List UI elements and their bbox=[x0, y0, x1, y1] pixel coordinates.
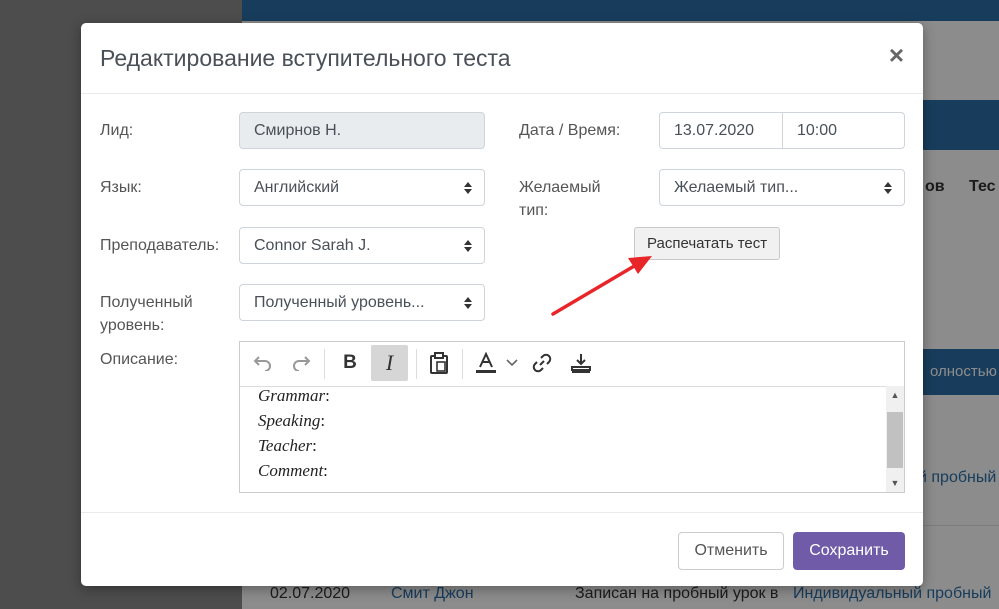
chevron-down-icon[interactable] bbox=[504, 345, 520, 381]
language-select-value: Английский bbox=[254, 179, 340, 196]
cancel-button[interactable]: Отменить bbox=[678, 532, 784, 570]
desired-type-label: Желаемый тип: bbox=[519, 179, 601, 219]
select-caret-icon bbox=[464, 182, 472, 194]
desired-type-select[interactable]: Желаемый тип... bbox=[659, 169, 905, 206]
editor-toolbar: B I bbox=[240, 342, 904, 387]
language-select[interactable]: Английский bbox=[239, 169, 485, 206]
select-caret-icon bbox=[464, 240, 472, 252]
download-icon[interactable] bbox=[564, 345, 598, 381]
level-select-value: Полученный уровень... bbox=[254, 294, 425, 311]
lead-label: Лид: bbox=[100, 122, 134, 139]
teacher-select-value: Connor Sarah J. bbox=[254, 237, 371, 254]
select-caret-icon bbox=[884, 182, 892, 194]
undo-icon[interactable] bbox=[246, 345, 280, 381]
print-test-button[interactable]: Распечатать тест bbox=[634, 227, 781, 260]
italic-icon[interactable]: I bbox=[371, 345, 408, 381]
close-button[interactable]: × bbox=[889, 42, 904, 68]
toolbar-separator bbox=[462, 349, 463, 379]
modal-title: Редактирование вступительного теста bbox=[100, 45, 511, 71]
editor-line-comment: Comment: bbox=[258, 461, 328, 480]
redo-icon[interactable] bbox=[284, 345, 318, 381]
description-editor: B I Grammar: Speaking: Teacher: Comment:… bbox=[239, 341, 905, 493]
teacher-select[interactable]: Connor Sarah J. bbox=[239, 227, 485, 264]
edit-entrance-test-modal: Редактирование вступительного теста × Ли… bbox=[81, 23, 923, 586]
save-button[interactable]: Сохранить bbox=[793, 532, 905, 570]
bold-icon[interactable]: B bbox=[332, 345, 368, 381]
modal-footer-divider bbox=[81, 512, 923, 513]
description-label: Описание: bbox=[100, 351, 179, 368]
toolbar-separator bbox=[416, 349, 417, 379]
editor-scrollbar[interactable]: ▲ ▼ bbox=[886, 386, 904, 492]
level-label: Полученный уровень: bbox=[100, 294, 193, 334]
date-time-label: Дата / Время: bbox=[519, 122, 621, 139]
editor-line-teacher: Teacher: bbox=[258, 436, 317, 455]
teacher-label: Преподаватель: bbox=[100, 237, 220, 254]
text-color-icon[interactable] bbox=[470, 345, 502, 381]
modal-header: Редактирование вступительного теста × bbox=[81, 23, 923, 94]
link-icon[interactable] bbox=[525, 345, 559, 381]
select-caret-icon bbox=[464, 297, 472, 309]
editor-content[interactable]: Grammar: Speaking: Teacher: Comment: bbox=[240, 386, 886, 492]
language-label: Язык: bbox=[100, 179, 142, 196]
scroll-down-icon[interactable]: ▼ bbox=[886, 476, 904, 490]
time-input[interactable]: 10:00 bbox=[782, 112, 905, 149]
editor-line-grammar: Grammar: bbox=[258, 386, 330, 405]
scroll-up-icon[interactable]: ▲ bbox=[886, 388, 904, 402]
lead-field: Смирнов Н. bbox=[239, 112, 485, 149]
toolbar-separator bbox=[324, 349, 325, 379]
date-input[interactable]: 13.07.2020 bbox=[659, 112, 783, 149]
desired-type-select-value: Желаемый тип... bbox=[674, 179, 799, 196]
level-select[interactable]: Полученный уровень... bbox=[239, 284, 485, 321]
paste-icon[interactable] bbox=[422, 345, 456, 381]
editor-line-speaking: Speaking: bbox=[258, 411, 326, 430]
scroll-thumb[interactable] bbox=[887, 412, 903, 468]
